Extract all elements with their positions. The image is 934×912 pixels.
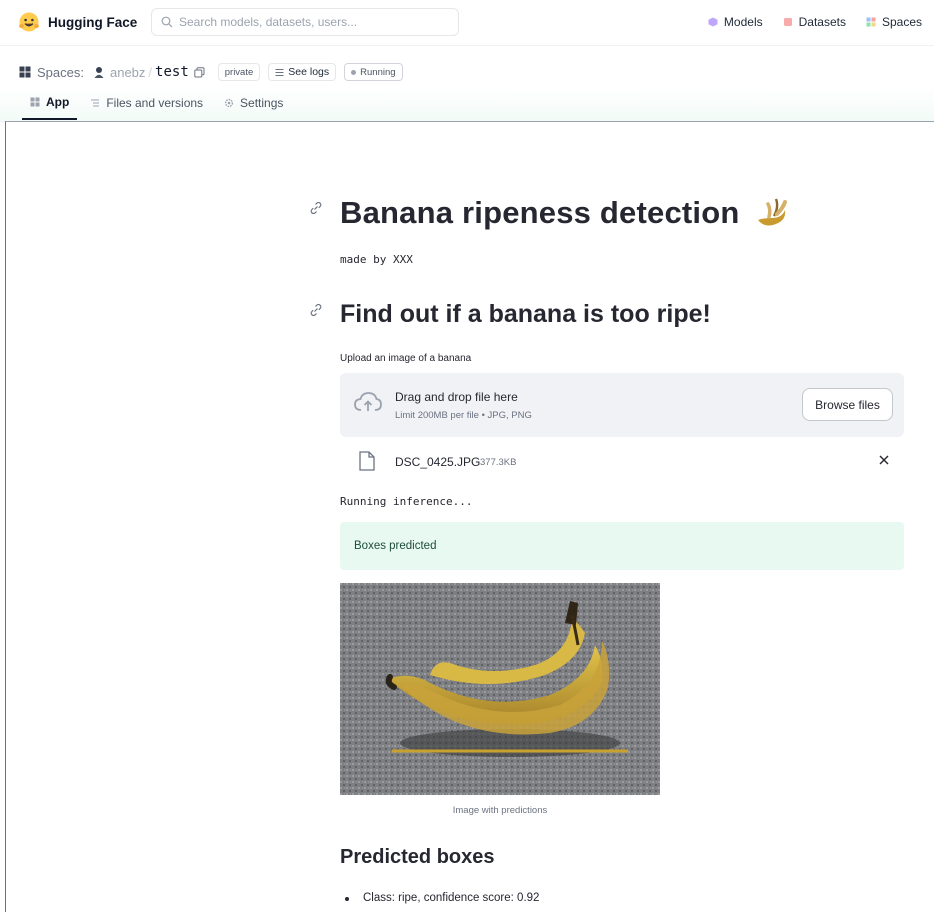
cube-icon <box>708 17 718 27</box>
success-alert: Boxes predicted <box>340 522 904 570</box>
dropzone-title: Drag and drop file here <box>395 390 518 404</box>
success-alert-text: Boxes predicted <box>354 540 437 552</box>
space-owner-link[interactable]: anebz <box>110 65 145 80</box>
nav-models[interactable]: Models <box>708 15 763 29</box>
file-dropzone[interactable]: Drag and drop file here Limit 200MB per … <box>340 373 904 437</box>
nav-spaces-label: Spaces <box>881 15 922 29</box>
status-label: Running <box>360 66 396 78</box>
nav-datasets[interactable]: Datasets <box>783 15 846 29</box>
logs-icon <box>275 68 284 76</box>
list-item: Class: ripe, confidence score: 0.92 <box>340 892 539 904</box>
tab-files-label: Files and versions <box>106 96 204 110</box>
file-icon <box>359 451 375 471</box>
space-header: Spaces: anebz / test private See logs Ru… <box>0 46 934 122</box>
tab-files-and-versions[interactable]: Files and versions <box>82 93 211 120</box>
hugging-face-logo-icon <box>19 12 39 32</box>
file-size: 377.3KB <box>480 457 517 468</box>
search-icon <box>161 16 173 28</box>
gear-icon <box>224 98 234 108</box>
spaces-grid-icon <box>19 66 31 78</box>
made-by-text: made by XXX <box>340 253 413 266</box>
dropzone-limits: Limit 200MB per file • JPG, PNG <box>395 410 532 421</box>
running-inference-text: Running inference... <box>340 495 473 508</box>
title-link-icon[interactable] <box>308 200 324 216</box>
upload-label: Upload an image of a banana <box>340 353 472 364</box>
cloud-upload-icon <box>354 392 382 411</box>
tab-app[interactable]: App <box>22 93 78 120</box>
status-badge: Running <box>344 63 403 81</box>
predictions-list: Class: ripe, confidence score: 0.92 <box>340 892 539 904</box>
nav-datasets-label: Datasets <box>798 15 846 29</box>
spaces-label[interactable]: Spaces: <box>37 65 84 80</box>
tab-app-label: App <box>46 95 70 109</box>
space-tabs: App Files and versions Settings <box>22 93 296 120</box>
file-name: DSC_0425.JPG <box>395 455 481 469</box>
subtitle-link-icon[interactable] <box>308 302 324 318</box>
search-input[interactable] <box>179 15 449 29</box>
nav-models-label: Models <box>723 15 763 29</box>
brand-name: Hugging Face <box>48 14 138 30</box>
brand[interactable]: Hugging Face <box>18 11 137 33</box>
see-logs-label: See logs <box>288 66 330 78</box>
files-icon <box>91 99 100 107</box>
nav-spaces[interactable]: Spaces <box>866 15 922 29</box>
browse-files-button[interactable]: Browse files <box>802 388 893 421</box>
banana-prediction-image <box>340 583 660 795</box>
close-icon[interactable] <box>879 455 889 465</box>
main-nav-links: Models Datasets Spaces <box>688 15 922 29</box>
banana-emoji-icon <box>757 198 787 226</box>
see-logs-button[interactable]: See logs <box>268 63 337 81</box>
section-heading: Find out if a banana is too ripe! <box>340 300 711 328</box>
uploaded-file-row: DSC_0425.JPG 377.3KB <box>340 447 904 477</box>
breadcrumb: Spaces: anebz / test private See logs Ru… <box>19 63 403 81</box>
private-badge: private <box>217 63 261 81</box>
page-title: Banana ripeness detection <box>340 195 790 231</box>
database-icon <box>783 18 792 26</box>
avatar[interactable] <box>93 66 105 78</box>
breadcrumb-separator: / <box>148 64 153 80</box>
space-repo-link[interactable]: test <box>155 64 189 80</box>
app-iframe: Banana ripeness detection made by XXX Fi… <box>5 121 934 912</box>
predicted-boxes-heading: Predicted boxes <box>340 846 495 868</box>
search-box[interactable] <box>151 8 459 36</box>
copy-icon[interactable] <box>194 66 205 78</box>
top-navigation-bar: Hugging Face Models Datasets Spaces <box>0 0 934 46</box>
tab-settings-label: Settings <box>240 96 284 110</box>
status-dot <box>351 69 357 75</box>
grid-icon <box>866 17 876 27</box>
app-icon <box>30 97 40 107</box>
page-title-text: Banana ripeness detection <box>340 195 740 230</box>
tab-settings[interactable]: Settings <box>216 93 291 120</box>
image-caption: Image with predictions <box>452 805 548 816</box>
